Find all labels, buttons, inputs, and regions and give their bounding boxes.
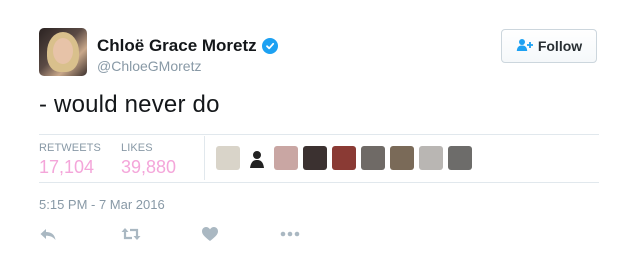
retweet-icon <box>120 226 142 247</box>
more-icon <box>279 226 301 247</box>
reply-button[interactable] <box>39 226 57 246</box>
reply-icon <box>39 226 57 247</box>
follow-label: Follow <box>537 38 583 54</box>
tweet-timestamp[interactable]: 5:15 PM - 7 Mar 2016 <box>39 197 165 212</box>
divider-top <box>39 134 599 135</box>
liker-avatar[interactable] <box>390 146 414 170</box>
avatar[interactable] <box>39 28 87 76</box>
liker-avatar[interactable] <box>332 146 356 170</box>
verified-badge-icon <box>261 38 278 54</box>
likes-stat[interactable]: LIKES 39,880 <box>121 142 176 178</box>
avatar-face <box>53 38 73 64</box>
user-name[interactable]: Chloë Grace Moretz <box>97 36 257 56</box>
retweets-value: 17,104 <box>39 157 95 177</box>
retweet-button[interactable] <box>120 226 142 246</box>
liker-avatar[interactable] <box>274 146 298 170</box>
liker-avatar[interactable] <box>361 146 385 170</box>
follow-button[interactable]: Follow <box>501 29 597 63</box>
divider-bottom <box>39 182 599 183</box>
likes-label: LIKES <box>121 142 153 154</box>
likes-value: 39,880 <box>121 157 177 177</box>
retweets-label: RETWEETS <box>39 142 101 154</box>
add-user-icon <box>516 38 534 55</box>
likers-list <box>216 146 472 170</box>
user-handle[interactable]: @ChloeGMoretz <box>97 58 201 74</box>
liker-avatar[interactable] <box>303 146 327 170</box>
like-icon <box>201 226 219 247</box>
stats-divider <box>204 136 205 180</box>
retweets-stat[interactable]: RETWEETS 17,104 <box>39 142 101 178</box>
tweet-text: - would never do <box>39 91 220 118</box>
like-button[interactable] <box>201 226 219 246</box>
liker-avatar[interactable] <box>448 146 472 170</box>
liker-avatar[interactable] <box>216 146 240 170</box>
more-button[interactable] <box>279 226 301 246</box>
liker-avatar[interactable] <box>419 146 443 170</box>
user-name-row: Chloë Grace Moretz <box>97 36 278 56</box>
liker-avatar[interactable] <box>245 146 269 170</box>
